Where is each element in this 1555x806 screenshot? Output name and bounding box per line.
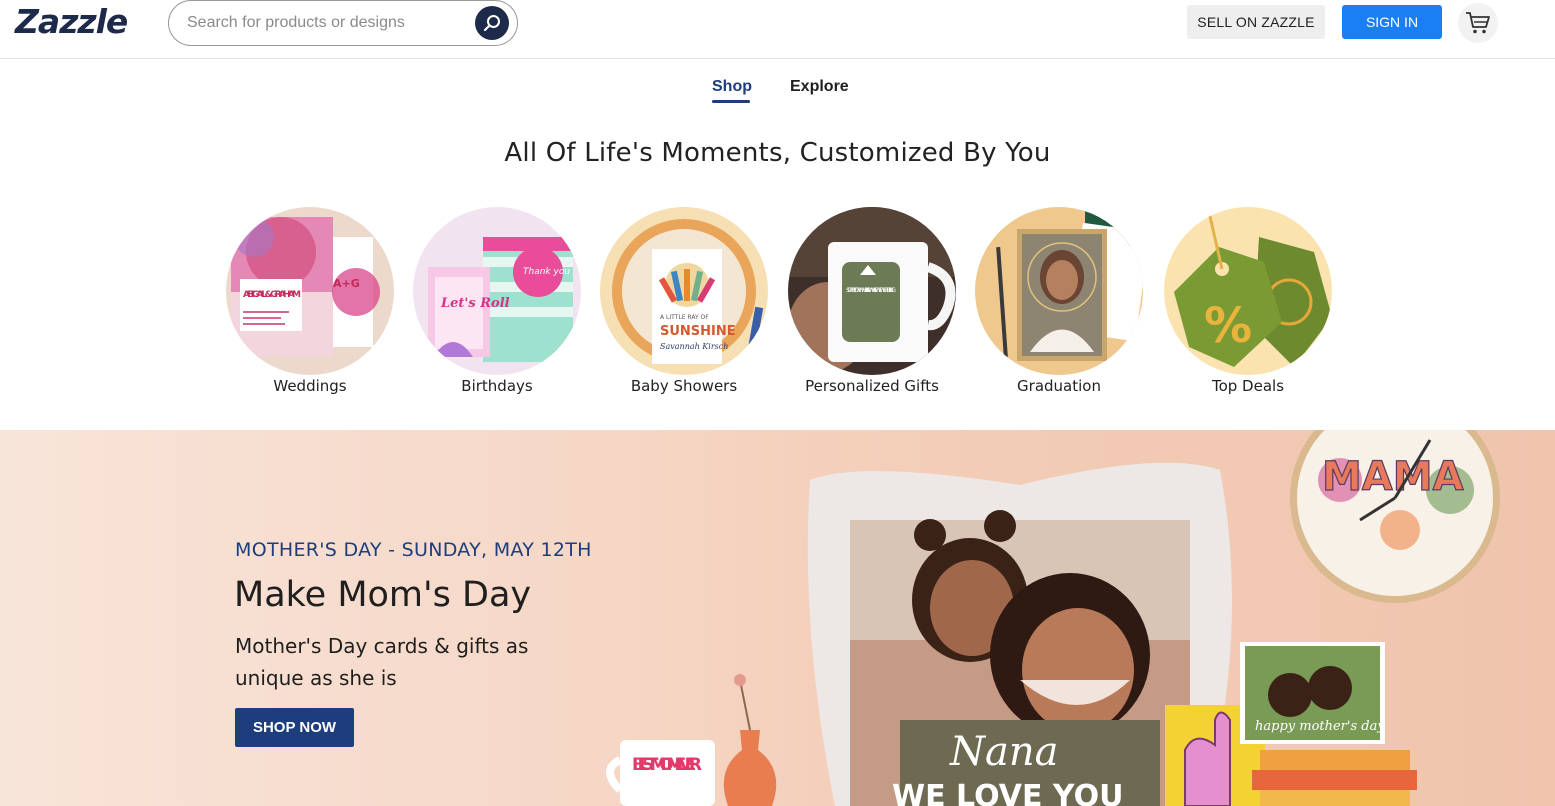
svg-text:A LITTLE RAY OF: A LITTLE RAY OF (660, 314, 709, 321)
svg-text:happy mother's day: happy mother's day (1255, 719, 1385, 734)
graduation-card-image (975, 207, 1143, 375)
category-label: Top Deals (1211, 377, 1285, 395)
category-label: Weddings (273, 377, 347, 395)
site-header: Zazzle SELL ON ZAZZLE SIGN IN (0, 0, 1555, 59)
price-tag-image: % (1164, 207, 1332, 375)
sign-in-button[interactable]: SIGN IN (1342, 5, 1442, 39)
mothers-day-hero-banner[interactable]: MAMA Nana WE LOVE YOU BEST MOM EVER happ… (0, 430, 1555, 806)
zazzle-logo[interactable]: Zazzle (15, 2, 128, 41)
svg-text:SUNSHINE: SUNSHINE (660, 324, 736, 339)
mothers-day-hero-image: MAMA Nana WE LOVE YOU BEST MOM EVER happ… (600, 430, 1555, 806)
category-baby-showers[interactable]: A LITTLE RAY OF SUNSHINE Savannah Kirsch… (600, 207, 768, 395)
shop-now-button[interactable]: SHOP NOW (235, 708, 354, 747)
shopping-cart-icon (1466, 12, 1490, 34)
category-birthdays[interactable]: Thank you Let's Roll Birthdays (413, 207, 581, 395)
search-button[interactable] (475, 6, 509, 40)
category-weddings[interactable]: ABIGAIL & GRAHAM A+G Weddings (226, 207, 394, 395)
active-tab-indicator (712, 100, 750, 103)
category-label: Baby Showers (630, 377, 738, 395)
svg-text:MAMA: MAMA (1322, 454, 1464, 500)
hero-title: Make Mom's Day (234, 575, 532, 615)
svg-text:%: % (1204, 298, 1252, 354)
svg-text:SORRY FOR WHAT I SAID WHILE WE: SORRY FOR WHAT I SAID WHILE WE WERE HIKI… (846, 286, 896, 294)
category-label: Graduation (1017, 377, 1101, 395)
category-graduation[interactable]: Graduation (975, 207, 1143, 395)
svg-text:ABIGAIL & GRAHAM: ABIGAIL & GRAHAM (243, 290, 301, 300)
category-top-deals[interactable]: % Top Deals (1164, 207, 1332, 395)
wedding-invitation-image: ABIGAIL & GRAHAM A+G (226, 207, 394, 375)
search-bar[interactable] (168, 0, 518, 46)
search-icon (483, 15, 500, 32)
tab-shop[interactable]: Shop (712, 78, 752, 96)
page-title: All Of Life's Moments, Customized By You (504, 138, 1051, 168)
mug-image: SORRY FOR WHAT I SAID WHILE WE WERE HIKI… (788, 207, 956, 375)
svg-text:A+G: A+G (333, 277, 360, 290)
hero-subtitle: Mother's Day cards & gifts as unique as … (235, 634, 529, 690)
search-input[interactable] (187, 11, 467, 35)
sell-on-zazzle-button[interactable]: SELL ON ZAZZLE (1187, 5, 1325, 39)
svg-text:BEST MOM EVER: BEST MOM EVER (632, 755, 702, 775)
svg-text:Savannah Kirsch: Savannah Kirsch (660, 342, 728, 351)
category-label: Birthdays (461, 377, 533, 395)
svg-text:Let's Roll: Let's Roll (440, 296, 510, 311)
svg-text:Nana: Nana (949, 729, 1058, 775)
hero-eyebrow: MOTHER'S DAY - SUNDAY, MAY 12TH (235, 539, 592, 561)
cart-button[interactable] (1458, 3, 1498, 43)
svg-text:WE LOVE YOU: WE LOVE YOU (892, 779, 1123, 806)
category-label: Personalized Gifts (805, 377, 939, 395)
svg-text:Thank you: Thank you (523, 267, 570, 277)
baby-shower-invite-image: A LITTLE RAY OF SUNSHINE Savannah Kirsch (600, 207, 768, 375)
category-personalized-gifts[interactable]: SORRY FOR WHAT I SAID WHILE WE WERE HIKI… (788, 207, 956, 395)
birthday-cards-image: Thank you Let's Roll (413, 207, 581, 375)
tab-explore[interactable]: Explore (790, 78, 849, 96)
primary-tabs: Shop Explore (0, 74, 1555, 106)
